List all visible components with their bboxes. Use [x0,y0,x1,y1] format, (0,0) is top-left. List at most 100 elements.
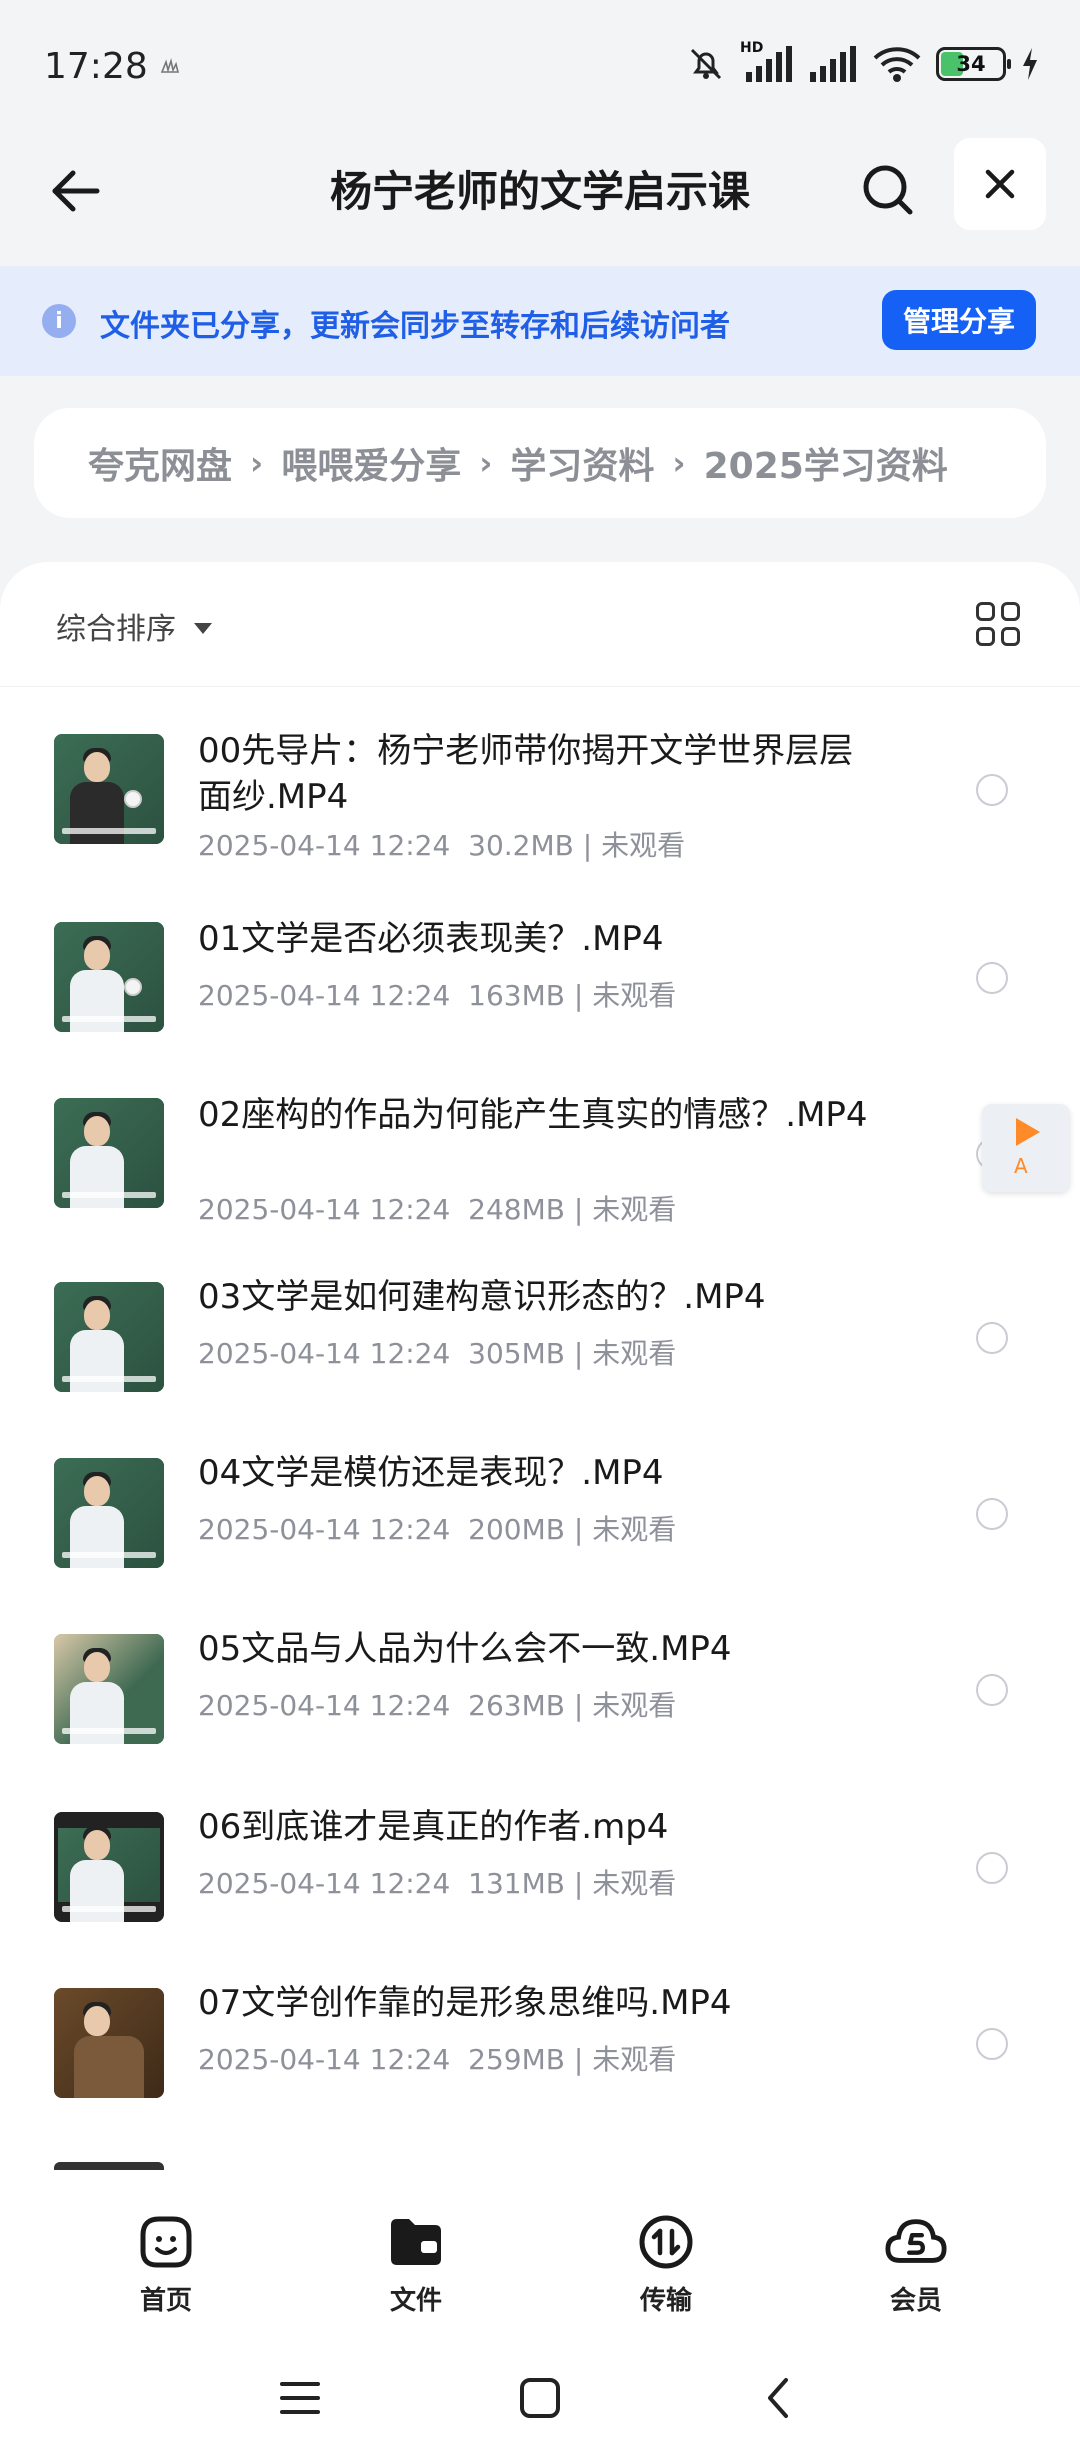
select-radio[interactable] [976,774,1008,806]
close-button[interactable] [954,138,1046,230]
breadcrumb: 夸克网盘 › 喂喂爱分享 › 学习资料 › 2025学习资料 [34,408,1046,518]
breadcrumb-item-current[interactable]: 2025学习资料 [704,437,948,489]
file-size: 30.2MB [468,829,574,862]
file-date: 2025-04-14 12:24 [198,2043,451,2076]
folder-icon [391,2219,441,2265]
file-meta: 2025-04-14 12:24 248MB | 未观看 [198,1193,677,1226]
share-banner: i 文件夹已分享，更新会同步至转存和后续访问者 管理分享 [0,266,1080,376]
file-size: 305MB [468,1337,565,1370]
share-banner-text: 文件夹已分享，更新会同步至转存和后续访问者 [100,309,730,344]
file-date: 2025-04-14 12:24 [198,1193,451,1226]
grid-view-icon[interactable] [976,602,1020,646]
select-radio[interactable] [976,1674,1008,1706]
square-home-icon [520,2378,560,2418]
file-item[interactable]: 00先导片：杨宁老师带你揭开文学世界层层面纱.MP4 2025-04-14 12… [0,686,1080,874]
file-item[interactable]: 06到底谁才是真正的作者.mp4 2025-04-14 12:24 131MB … [0,1766,1080,1942]
file-panel: 综合排序 00先导片：杨宁老师带你揭开文学世界层层面纱.MP4 2025-04-… [0,562,1080,2186]
tab-vip[interactable]: 会员 [856,2210,976,2317]
file-name: 04文学是模仿还是表现？.MP4 [198,1453,664,1493]
menu-button[interactable] [268,2366,332,2430]
video-thumbnail [54,1098,164,1208]
file-size: 248MB [468,1193,565,1226]
signal-icon [810,46,856,82]
select-radio[interactable] [976,1322,1008,1354]
chevron-right-icon: › [250,444,264,482]
home-button[interactable] [508,2366,572,2430]
watch-status: 未观看 [592,1513,677,1546]
system-nav-bar [0,2336,1080,2460]
video-thumbnail [54,1458,164,1568]
tab-home[interactable]: 首页 [106,2210,226,2317]
tab-transfer[interactable]: 传输 [606,2210,726,2317]
back-nav-button[interactable] [746,2366,810,2430]
manage-share-button[interactable]: 管理分享 [882,290,1036,350]
file-meta: 2025-04-14 12:24 30.2MB | 未观看 [198,829,686,862]
breadcrumb-item[interactable]: 喂喂爱分享 [281,437,461,489]
file-date: 2025-04-14 12:24 [198,1513,451,1546]
file-date: 2025-04-14 12:24 [198,979,451,1012]
breadcrumb-item[interactable]: 夸克网盘 [88,437,232,489]
chevron-right-icon: › [479,444,493,482]
file-meta: 2025-04-14 12:24 263MB | 未观看 [198,1689,677,1722]
file-name: 06到底谁才是真正的作者.mp4 [198,1807,669,1847]
file-meta: 2025-04-14 12:24 131MB | 未观看 [198,1867,677,1900]
video-thumbnail [54,922,164,1032]
watch-status: 未观看 [592,1337,677,1370]
file-item[interactable]: 04文学是模仿还是表现？.MP4 2025-04-14 12:24 200MB … [0,1414,1080,1590]
file-item[interactable]: 03文学是如何建构意识形态的？.MP4 2025-04-14 12:24 305… [0,1238,1080,1414]
file-date: 2025-04-14 12:24 [198,1867,451,1900]
file-meta: 2025-04-14 12:24 200MB | 未观看 [198,1513,677,1546]
tab-label: 首页 [139,2286,192,2316]
floating-player-label: A [1014,1154,1028,1178]
select-radio[interactable] [976,1852,1008,1884]
tab-label: 文件 [389,2286,442,2316]
file-item[interactable]: 02座构的作品为何能产生真实的情感？.MP4 2025-04-14 12:24 … [0,1050,1080,1238]
home-face-icon [140,2216,192,2268]
video-thumbnail [54,1812,164,1922]
play-icon [1016,1118,1040,1146]
file-item[interactable]: 05文品与人品为什么会不一致.MP4 2025-04-14 12:24 263M… [0,1590,1080,1766]
video-thumbnail [54,734,164,844]
watch-status: 未观看 [592,979,677,1012]
file-date: 2025-04-14 12:24 [198,1689,451,1722]
select-radio[interactable] [976,2028,1008,2060]
floating-player-button[interactable]: A [982,1104,1070,1192]
tab-label: 会员 [889,2286,942,2316]
file-size: 200MB [468,1513,565,1546]
wifi-icon [873,47,921,82]
tab-files[interactable]: 文件 [356,2210,476,2317]
video-thumbnail [54,1634,164,1744]
file-size: 259MB [468,2043,565,2076]
search-button[interactable] [852,154,924,226]
watch-status: 未观看 [601,829,686,862]
next-item-peek [54,2162,164,2170]
chevron-right-icon: › [672,444,686,482]
file-name: 07文学创作靠的是形象思维吗.MP4 [198,1983,732,2023]
file-meta: 2025-04-14 12:24 163MB | 未观看 [198,979,677,1012]
mute-bell-icon [690,48,722,80]
status-bar: 17:28 HD 34 [0,0,1080,130]
file-name: 02座构的作品为何能产生真实的情感？.MP4 [198,1095,868,1135]
sort-dropdown[interactable]: 综合排序 [56,604,212,648]
file-name: 00先导片：杨宁老师带你揭开文学世界层层面纱.MP4 [198,731,854,817]
bottom-tab-bar: 首页 文件 传输 会员 [0,2186,1080,2336]
file-date: 2025-04-14 12:24 [198,829,451,862]
file-item[interactable]: 01文学是否必须表现美？.MP4 2025-04-14 12:24 163MB … [0,874,1080,1050]
select-radio[interactable] [976,962,1008,994]
file-meta: 2025-04-14 12:24 305MB | 未观看 [198,1337,677,1370]
menu-icon [280,2382,320,2414]
file-name: 01文学是否必须表现美？.MP4 [198,919,664,959]
tab-label: 传输 [639,2286,692,2316]
file-meta: 2025-04-14 12:24 259MB | 未观看 [198,2043,677,2076]
file-name: 05文品与人品为什么会不一致.MP4 [198,1629,732,1669]
cloud-vip-icon [885,2219,947,2263]
chevron-left-icon [768,2378,788,2418]
select-radio[interactable] [976,1498,1008,1530]
signal-hd-icon: HD [740,40,794,84]
info-icon: i [42,304,76,338]
watch-status: 未观看 [592,1867,677,1900]
file-item[interactable]: 07文学创作靠的是形象思维吗.MP4 2025-04-14 12:24 259M… [0,1942,1080,2118]
file-size: 163MB [468,979,565,1012]
breadcrumb-item[interactable]: 学习资料 [510,437,654,489]
file-size: 131MB [468,1867,565,1900]
